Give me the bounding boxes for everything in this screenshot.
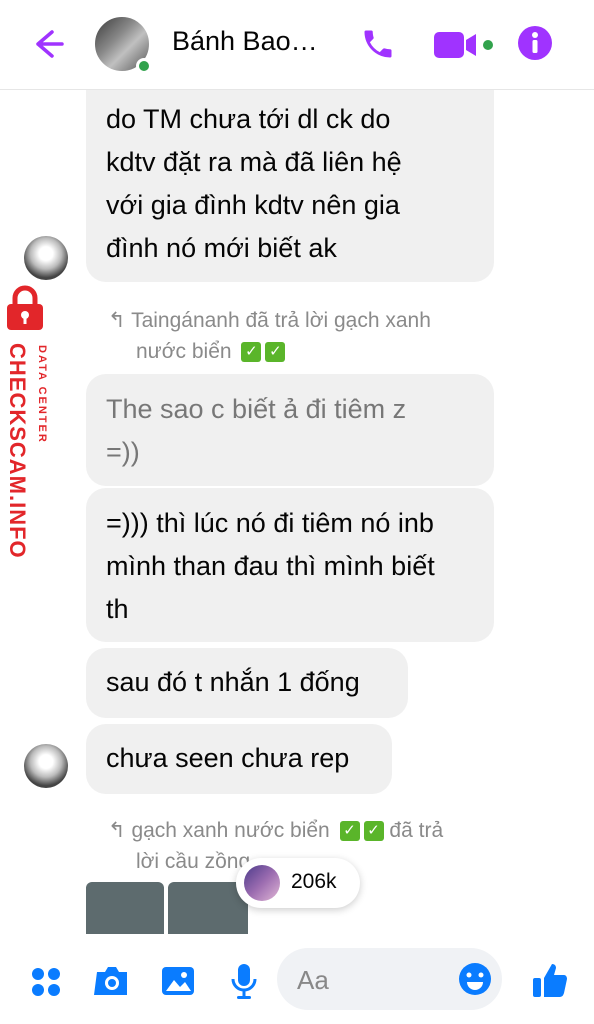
lock-icon (5, 285, 45, 331)
message-bubble[interactable]: sau đó t nhắn 1 đống (86, 648, 408, 718)
check-mark-icon: ✓ (265, 342, 286, 363)
reply-text: đã trả (389, 819, 444, 842)
watermark-subtitle: DATA CENTER (36, 345, 48, 444)
message-bubble[interactable]: =))) thì lúc nó đi tiêm nó inb mình than… (86, 488, 494, 642)
message-bubble[interactable]: do TM chưa tới dl ck do kdtv đặt ra mà đ… (86, 90, 494, 282)
reply-text: gạch xanh nước biển (131, 819, 330, 842)
message-bubble[interactable]: The sao c biết ả đi tiêm z =)) (86, 374, 494, 486)
reply-indicator[interactable]: ↰ Taingánanh đã trả lời gạch xanh nước b… (108, 305, 431, 367)
sender-avatar[interactable] (24, 744, 68, 788)
reply-thumbnail (244, 865, 280, 901)
sender-avatar[interactable] (24, 236, 68, 280)
message-text: sau đó t nhắn 1 đống (106, 667, 360, 697)
message-text: với gia đình kdtv nên gia (106, 190, 400, 220)
reply-text: nước biển (136, 340, 232, 363)
screenshot-thumbnail[interactable] (86, 882, 164, 934)
gallery-icon[interactable] (160, 964, 196, 1003)
message-text: kdtv đặt ra mà đã liên hệ (106, 147, 402, 177)
back-arrow-icon[interactable] (28, 24, 68, 64)
reply-arrow-icon: ↰ (108, 819, 132, 842)
thumbs-up-icon[interactable] (530, 960, 570, 1005)
message-input[interactable]: Aa (277, 948, 502, 1010)
message-text: th (106, 594, 129, 624)
camera-icon[interactable] (94, 964, 130, 1003)
message-text: chưa seen chưa rep (106, 743, 350, 773)
message-text: do TM chưa tới dl ck do (106, 104, 391, 134)
emoji-icon[interactable] (457, 961, 493, 1002)
message-text: đình nó mới biết ak (106, 233, 337, 263)
reply-arrow-icon: ↰ (108, 309, 132, 332)
microphone-icon[interactable] (230, 962, 258, 1005)
check-mark-icon: ✓ (363, 821, 384, 842)
apps-icon[interactable] (30, 966, 62, 1003)
video-camera-icon[interactable] (434, 30, 498, 65)
watermark-site: CHECKSCAM.INFO (5, 343, 30, 559)
contact-name[interactable]: Bánh Bao… (172, 26, 318, 57)
message-text: mình than đau thì mình biết (106, 551, 435, 581)
info-icon[interactable] (516, 24, 554, 67)
message-bubble[interactable]: chưa seen chưa rep (86, 724, 392, 794)
reply-text: lời cầu zồng (136, 850, 251, 873)
message-text: =))) thì lúc nó đi tiêm nó inb (106, 508, 434, 538)
conversation-header: Bánh Bao… (0, 0, 594, 90)
message-input-placeholder: Aa (297, 965, 329, 995)
reply-text: Taingánanh đã trả lời gạch xanh (131, 309, 431, 332)
reply-count-badge[interactable]: 206k (236, 858, 360, 908)
phone-icon[interactable] (360, 26, 396, 67)
check-mark-icon: ✓ (241, 342, 262, 363)
online-status-indicator (136, 58, 152, 74)
message-text: The sao c biết ả đi tiêm z (106, 394, 407, 424)
message-text: =)) (106, 437, 140, 467)
reply-count: 206k (291, 870, 337, 893)
message-list[interactable]: do TM chưa tới dl ck do kdtv đặt ra mà đ… (0, 90, 594, 934)
message-composer: Aa (0, 934, 594, 1024)
watermark: CHECKSCAM.INFO DATA CENTER (0, 285, 60, 585)
check-mark-icon: ✓ (339, 821, 360, 842)
